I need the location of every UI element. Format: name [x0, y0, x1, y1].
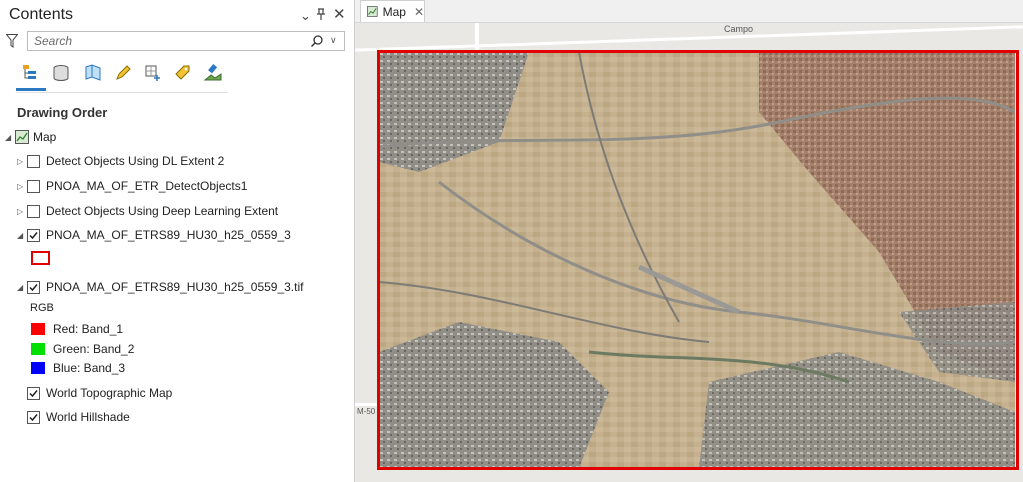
- band-item[interactable]: Green: Band_2: [31, 339, 134, 359]
- map-view[interactable]: Campo M-50: [355, 23, 1023, 482]
- list-by-selection-button[interactable]: [81, 60, 105, 86]
- layer-label: PNOA_MA_OF_ETRS89_HU30_h25_0559_3: [46, 228, 291, 242]
- tab-label: Map: [382, 4, 406, 19]
- close-tab-icon[interactable]: ✕: [414, 5, 424, 19]
- chevron-down-icon[interactable]: ∨: [330, 35, 340, 47]
- band-label: Blue: Band_3: [53, 361, 126, 375]
- layer-visibility-checkbox[interactable]: [27, 204, 40, 218]
- collapsed-arrow-icon[interactable]: ▷: [17, 182, 27, 191]
- collapsed-arrow-icon[interactable]: ▷: [17, 157, 27, 166]
- pane-title: Contents: [9, 6, 74, 23]
- pin-icon[interactable]: [316, 8, 326, 23]
- extent-outline-symbol[interactable]: [31, 251, 50, 265]
- expanded-arrow-icon[interactable]: ◢: [17, 283, 27, 292]
- layer-label: PNOA_MA_OF_ETR_DetectObjects1: [46, 179, 248, 193]
- pane-options-icon[interactable]: ⌄: [300, 8, 311, 24]
- search-input[interactable]: [34, 34, 304, 48]
- list-by-snapping-button[interactable]: [141, 60, 165, 86]
- blue-swatch[interactable]: [31, 362, 45, 374]
- band-item[interactable]: Blue: Band_3: [31, 358, 125, 378]
- expanded-arrow-icon[interactable]: ◢: [5, 133, 15, 142]
- layer-item[interactable]: World Hillshade: [27, 407, 130, 427]
- layer-label: Detect Objects Using DL Extent 2: [46, 154, 225, 168]
- layer-item[interactable]: ▷ Detect Objects Using DL Extent 2: [17, 151, 224, 171]
- tree-item-label: Map: [33, 130, 57, 144]
- list-by-perspective-imagery-button[interactable]: [201, 60, 225, 86]
- layer-item[interactable]: ▷ PNOA_MA_OF_ETR_DetectObjects1: [17, 176, 247, 196]
- checkmark-icon: [29, 389, 38, 397]
- tab-map[interactable]: Map ✕: [360, 0, 425, 22]
- layer-label: PNOA_MA_OF_ETRS89_HU30_h25_0559_3.tif: [46, 280, 304, 294]
- view-tab-bar: Map ✕: [355, 0, 1023, 23]
- layer-label: World Hillshade: [46, 410, 130, 424]
- list-by-source-icon: [53, 65, 69, 82]
- basemap-road: [475, 23, 479, 53]
- layer-visibility-checkbox[interactable]: [27, 386, 40, 400]
- layer-visibility-checkbox[interactable]: [27, 228, 40, 242]
- basemap-road: [355, 25, 1023, 52]
- layer-item[interactable]: ◢ PNOA_MA_OF_ETRS89_HU30_h25_0559_3: [17, 225, 291, 245]
- aerial-imagery-layer: [379, 52, 1015, 468]
- list-by-source-button[interactable]: [49, 60, 73, 86]
- list-by-drawing-order-icon: [23, 65, 36, 79]
- tree-item-map[interactable]: ◢ Map: [5, 127, 56, 147]
- checkmark-icon: [29, 231, 38, 239]
- filter-icon[interactable]: [6, 34, 18, 48]
- band-item[interactable]: Red: Band_1: [31, 319, 123, 339]
- basemap-road-label: M-50: [357, 407, 376, 416]
- contents-pane: Contents ⌄ ✕ ∨ Drawing O: [0, 0, 355, 482]
- drawing-order-heading: Drawing Order: [17, 105, 108, 120]
- checkmark-icon: [29, 413, 38, 421]
- rgb-label: RGB: [30, 302, 54, 314]
- map-icon: [367, 6, 378, 17]
- map-icon: [15, 130, 29, 144]
- list-by-perspective-imagery-icon: [203, 64, 222, 81]
- band-label: Red: Band_1: [53, 322, 124, 336]
- layer-visibility-checkbox[interactable]: [27, 410, 40, 424]
- layer-visibility-checkbox[interactable]: [27, 179, 40, 193]
- layer-item[interactable]: ▷ Detect Objects Using Deep Learning Ext…: [17, 201, 278, 221]
- checkmark-icon: [29, 283, 38, 291]
- layer-visibility-checkbox[interactable]: [27, 280, 40, 294]
- close-icon[interactable]: ✕: [333, 5, 346, 23]
- expanded-arrow-icon[interactable]: ◢: [17, 231, 27, 240]
- red-swatch[interactable]: [31, 323, 45, 335]
- band-label: Green: Band_2: [53, 342, 135, 356]
- list-by-snapping-icon: [145, 65, 160, 81]
- list-by-editing-button[interactable]: [111, 60, 135, 86]
- basemap-place-label: Campo: [724, 24, 754, 34]
- list-by-selection-icon: [85, 64, 101, 81]
- layer-item[interactable]: ◢ PNOA_MA_OF_ETRS89_HU30_h25_0559_3.tif: [17, 277, 303, 297]
- layer-label: Detect Objects Using Deep Learning Exten…: [46, 204, 279, 218]
- search-box[interactable]: ∨: [27, 31, 345, 51]
- layer-label: World Topographic Map: [46, 386, 173, 400]
- search-icon[interactable]: [310, 34, 324, 48]
- list-by-editing-icon: [116, 65, 131, 80]
- basemap-road: [355, 403, 381, 406]
- toolbar-divider: [16, 92, 228, 93]
- list-by-labeling-icon: [175, 65, 190, 80]
- list-by-drawing-order-button[interactable]: [19, 60, 43, 86]
- active-tab-underline: [16, 88, 46, 91]
- list-by-labeling-button[interactable]: [171, 60, 195, 86]
- collapsed-arrow-icon[interactable]: ▷: [17, 207, 27, 216]
- layer-visibility-checkbox[interactable]: [27, 154, 40, 168]
- layer-item[interactable]: World Topographic Map: [27, 383, 172, 403]
- green-swatch[interactable]: [31, 343, 45, 355]
